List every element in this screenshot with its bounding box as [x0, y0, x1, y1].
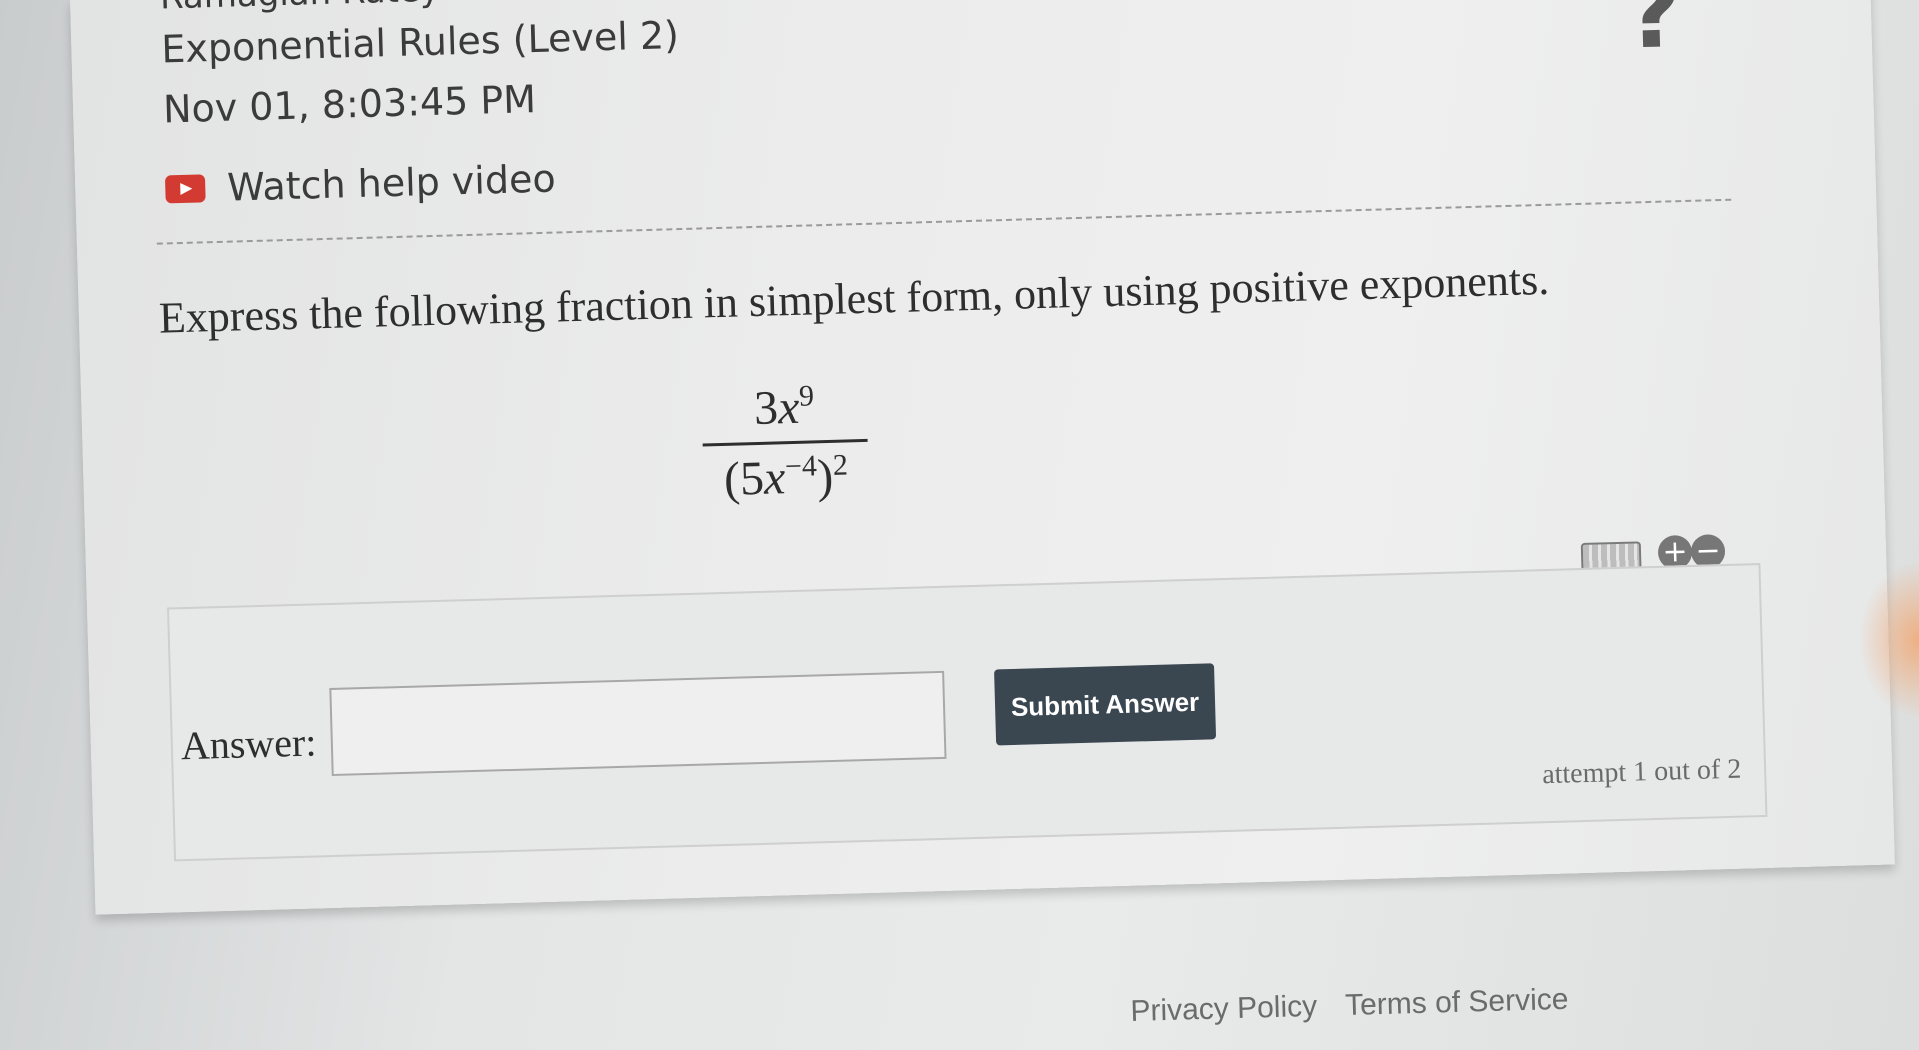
- answer-label: Answer:: [180, 719, 317, 769]
- denominator-outer-exp: 2: [832, 448, 849, 482]
- page: Ramaglan Ratey Exponential Rules (Level …: [0, 0, 1919, 1050]
- numerator-exp: 9: [798, 379, 815, 413]
- fraction-numerator: 3x9: [713, 378, 855, 443]
- edge-glow: [1859, 560, 1919, 720]
- assignment-title: Exponential Rules (Level 2): [160, 13, 680, 72]
- denominator-var: x: [763, 451, 787, 505]
- question-prompt: Express the following fraction in simple…: [158, 254, 1550, 343]
- video-play-icon: [164, 174, 206, 204]
- fraction-expression: 3x9 (5x−4)2: [701, 378, 869, 508]
- denominator-coef: 5: [739, 451, 765, 506]
- question-mark-icon[interactable]: ?: [1624, 0, 1683, 71]
- attempt-counter: attempt 1 out of 2: [1541, 753, 1742, 791]
- assignment-card: Ramaglan Ratey Exponential Rules (Level …: [70, 0, 1895, 915]
- divider: [156, 198, 1732, 245]
- footer: Privacy Policy Terms of Service: [1130, 983, 1569, 1029]
- numerator-var: x: [777, 380, 801, 435]
- fraction-denominator: (5x−4)2: [723, 442, 849, 506]
- denominator-close: ): [816, 449, 834, 504]
- numerator-coef: 3: [753, 381, 779, 436]
- submit-answer-button[interactable]: Submit Answer: [994, 663, 1217, 746]
- watch-help-video-link[interactable]: Watch help video: [164, 156, 557, 212]
- terms-of-service-link[interactable]: Terms of Service: [1345, 983, 1569, 1023]
- date-time: Nov 01, 8:03:45 PM: [162, 77, 537, 132]
- privacy-policy-link[interactable]: Privacy Policy: [1130, 990, 1318, 1029]
- help-link-label: Watch help video: [226, 156, 557, 210]
- student-name: Ramaglan Ratey: [159, 0, 440, 17]
- denominator-inner-exp: −4: [784, 449, 818, 484]
- answer-input[interactable]: [329, 670, 947, 776]
